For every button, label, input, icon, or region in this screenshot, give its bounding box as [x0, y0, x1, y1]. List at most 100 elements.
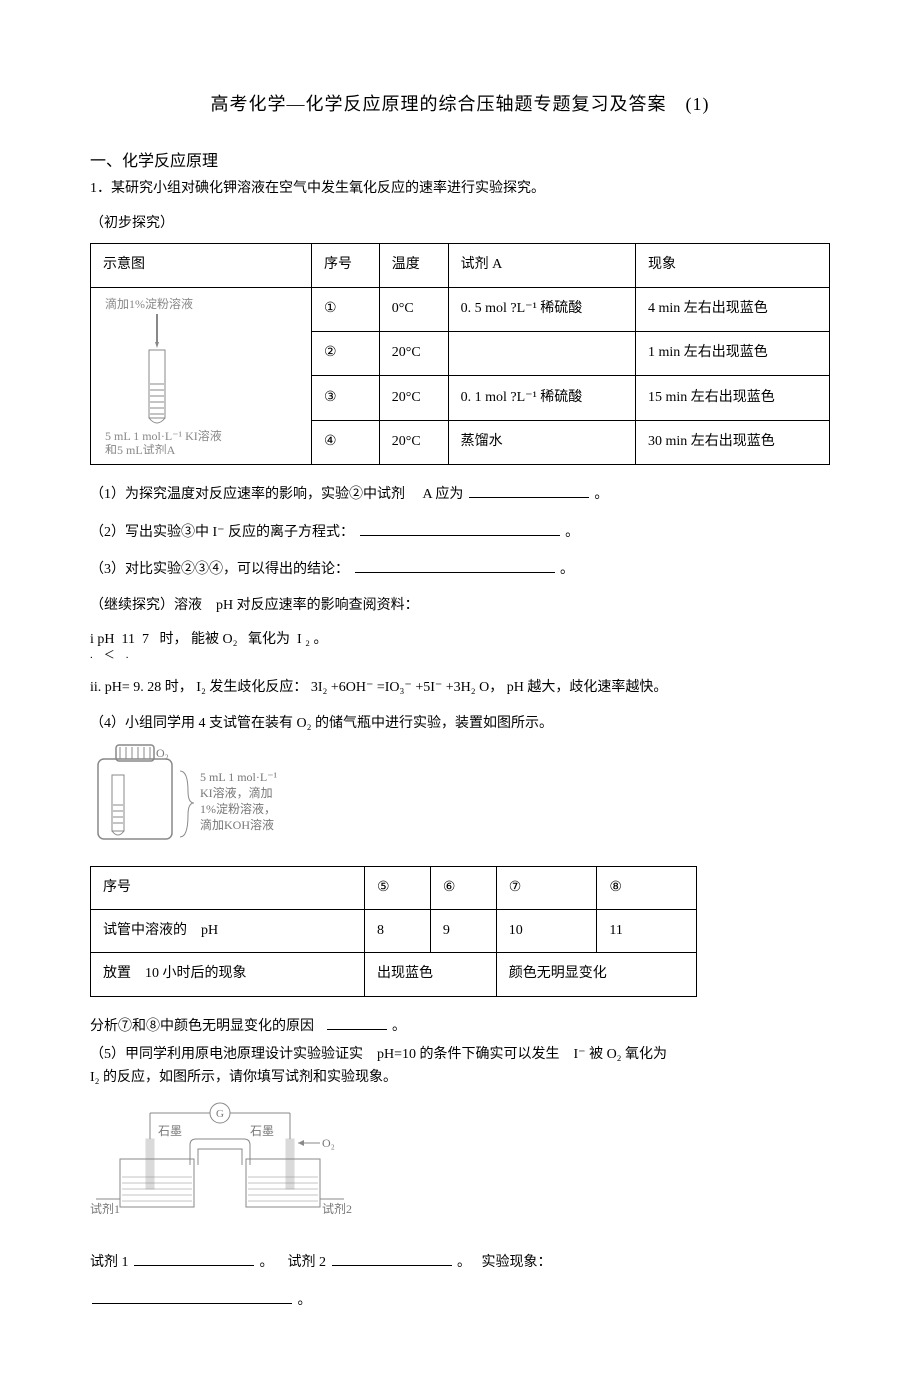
analysis-post: 。 [392, 1019, 406, 1034]
subquestion-4: （4）小组同学用 4 支试管在装有 O₂ 的储气瓶中进行实验，装置如图所示。 [90, 713, 830, 735]
cell-temp: 20°C [379, 420, 448, 464]
cell: 9 [430, 910, 496, 953]
analysis-line: 分析⑦和⑧中颜色无明显变化的原因 。 [90, 1015, 830, 1038]
cell: 8 [365, 910, 431, 953]
cell-obs: 30 min 左右出现蓝色 [636, 420, 830, 464]
cell: ⑥ [430, 866, 496, 909]
cell: 序号 [91, 866, 365, 909]
subquestion-5: （5）甲同学利用原电池原理设计实验验证实 pH=10 的条件下确实可以发生 I⁻… [90, 1044, 830, 1089]
test-tube-diagram: 滴加1%淀粉溶液 5 mL 1 mol·L⁻¹ KI溶液 和5 mL试剂A [101, 294, 281, 454]
analysis-pre: 分析⑦和⑧中颜色无明显变化的原因 [90, 1019, 314, 1034]
table-row: 放置 10 小时后的现象 出现蓝色 颜色无明显变化 [91, 953, 697, 996]
page-title: 高考化学—化学反应原理的综合压轴题专题复习及答案 (1) [90, 90, 830, 119]
electrochemical-cell-diagram: G 石墨 石墨 O₂ 试剂1 试剂2 [90, 1099, 370, 1229]
diagram-1: 滴加1%淀粉溶液 5 mL 1 mol·L⁻¹ KI溶液 和5 mL试剂A [101, 294, 301, 459]
fig2-line2: KI溶液，滴加 [200, 785, 273, 800]
note-i-7: 7 [142, 632, 149, 647]
note-i-neng: 能被 O₂ [191, 632, 238, 647]
cell-idx: ④ [312, 420, 380, 464]
note-i-dot: 。 [314, 632, 328, 647]
q5-c: I⁻ 被 O₂ 氧化为 [574, 1047, 668, 1062]
fig2-line1: 5 mL 1 mol·L⁻¹ [200, 770, 278, 784]
blank-analysis [327, 1015, 387, 1030]
diagram-text-1: 滴加1%淀粉溶液 [105, 296, 193, 311]
note-i-shi: 时， [159, 632, 187, 647]
fig2-line4: 滴加KOH溶液 [200, 817, 274, 832]
cell: ⑧ [597, 866, 696, 909]
blank-q2 [360, 521, 560, 536]
gas-bottle-diagram: O₂ 5 mL 1 mol·L⁻¹ KI溶液，滴加 1%淀粉溶液， 滴加KOH溶… [90, 741, 350, 851]
col-temp: 温度 [379, 244, 448, 287]
blank-r1 [134, 1251, 254, 1266]
subquestion-2: （2）写出实验③中 I⁻ 反应的离子方程式： 。 [90, 521, 830, 544]
cell-obs-right: 颜色无明显变化 [496, 953, 696, 996]
cell-reagent: 0. 5 mol ?L⁻¹ 稀硫酸 [448, 287, 635, 331]
dot1: 。 [260, 1255, 274, 1270]
section-heading: 一、化学反应原理 [90, 149, 830, 175]
col-diagram: 示意图 [91, 244, 312, 287]
q3-pre: （3）对比实验②③④，可以得出的结论： [90, 562, 349, 577]
note-i-lt: ＜ [104, 649, 115, 661]
fill-line: 试剂 1 。 试剂 2 。 实验现象： [90, 1251, 830, 1274]
question-1-stem: 1．某研究小组对碘化钾溶液在空气中发生氧化反应的速率进行实验探究。 [90, 178, 830, 200]
cell-idx: ① [312, 287, 380, 331]
cell-temp: 0°C [379, 287, 448, 331]
cell-reagent: 蒸馏水 [448, 420, 635, 464]
cell-label: 放置 10 小时后的现象 [91, 953, 365, 996]
diagram-cell: 滴加1%淀粉溶液 5 mL 1 mol·L⁻¹ KI溶液 和5 mL试剂A [91, 287, 312, 465]
q5-a: （5）甲同学利用原电池原理设计实验验证实 [90, 1047, 363, 1062]
figure-3: G 石墨 石墨 O₂ 试剂1 试剂2 [90, 1099, 830, 1237]
diagram-text-3: 和5 mL试剂A [105, 442, 176, 454]
cell: ⑤ [365, 866, 431, 909]
q2-pre: （2）写出实验③中 I⁻ 反应的离子方程式： [90, 525, 354, 540]
blank-q3 [355, 558, 555, 573]
cell-label: 试管中溶液的 pH [91, 910, 365, 953]
q1-A: A 应为 [423, 487, 464, 502]
cell-idx: ② [312, 331, 380, 375]
fill-obs: 实验现象： [482, 1255, 552, 1270]
note-i-11: 11 [122, 632, 135, 647]
meter-label: G [216, 1108, 224, 1120]
table-row: 滴加1%淀粉溶液 5 mL 1 mol·L⁻¹ KI溶液 和5 mL试剂A [91, 287, 830, 331]
col-observation: 现象 [636, 244, 830, 287]
cell: 11 [597, 910, 696, 953]
cell-idx: ③ [312, 376, 380, 420]
q3-post: 。 [560, 562, 574, 577]
cell-temp: 20°C [379, 376, 448, 420]
o2-label: O₂ [156, 746, 169, 760]
cell: 10 [496, 910, 597, 953]
graphite-left: 石墨 [158, 1124, 182, 1138]
table-header-row: 示意图 序号 温度 试剂 A 现象 [91, 244, 830, 287]
q1-post: 。 [594, 487, 608, 502]
initial-investigation-label: （初步探究） [90, 213, 174, 235]
cell-temp: 20°C [379, 331, 448, 375]
graphite-right: 石墨 [250, 1124, 274, 1138]
fig2-line3: 1%淀粉溶液， [200, 801, 276, 816]
o2-inlet: O₂ [322, 1136, 335, 1150]
dot2: 。 [457, 1255, 471, 1270]
subquestion-3: （3）对比实验②③④，可以得出的结论： 。 [90, 558, 830, 581]
experiment-table-1: 示意图 序号 温度 试剂 A 现象 滴加1%淀粉溶液 [90, 243, 830, 465]
blank-r2 [332, 1251, 452, 1266]
q1-pre: （1）为探究温度对反应速率的影响，实验②中试剂 [90, 487, 405, 502]
dot3: 。 [298, 1293, 312, 1308]
reagent1-label: 试剂1 [90, 1201, 120, 1216]
table-header-row: 序号 ⑤ ⑥ ⑦ ⑧ [91, 866, 697, 909]
note-ii: ii. pH= 9. 28 时， I₂ 发生歧化反应： 3I₂ +6OH⁻ =I… [90, 677, 830, 699]
cell: ⑦ [496, 866, 597, 909]
q5-b: pH=10 的条件下确实可以发生 [377, 1047, 560, 1062]
fill-r2: 试剂 2 [288, 1255, 327, 1270]
subquestion-1: （1）为探究温度对反应速率的影响，实验②中试剂 A 应为 。 [90, 483, 830, 506]
cell-obs: 1 min 左右出现蓝色 [636, 331, 830, 375]
col-reagent: 试剂 A [448, 244, 635, 287]
diagram-text-2: 5 mL 1 mol·L⁻¹ KI溶液 [105, 428, 222, 443]
reagent2-label: 试剂2 [322, 1201, 352, 1216]
note-i-yang: 氧化为 [248, 632, 290, 647]
fill-obs-blank-line: 。 [90, 1289, 830, 1312]
note-i: i pH 11 7 时， 能被 O₂ 氧化为 I ₂ 。 . ＜ . [90, 632, 830, 663]
continue-label: （继续探究）溶液 pH 对反应速率的影响查阅资料： [90, 595, 830, 617]
q5-d: I₂ 的反应，如图所示，请你填写试剂和实验现象。 [90, 1070, 397, 1085]
experiment-table-2: 序号 ⑤ ⑥ ⑦ ⑧ 试管中溶液的 pH 8 9 10 11 放置 10 小时后… [90, 866, 697, 997]
fill-r1: 试剂 1 [90, 1255, 129, 1270]
blank-q1 [469, 483, 589, 498]
